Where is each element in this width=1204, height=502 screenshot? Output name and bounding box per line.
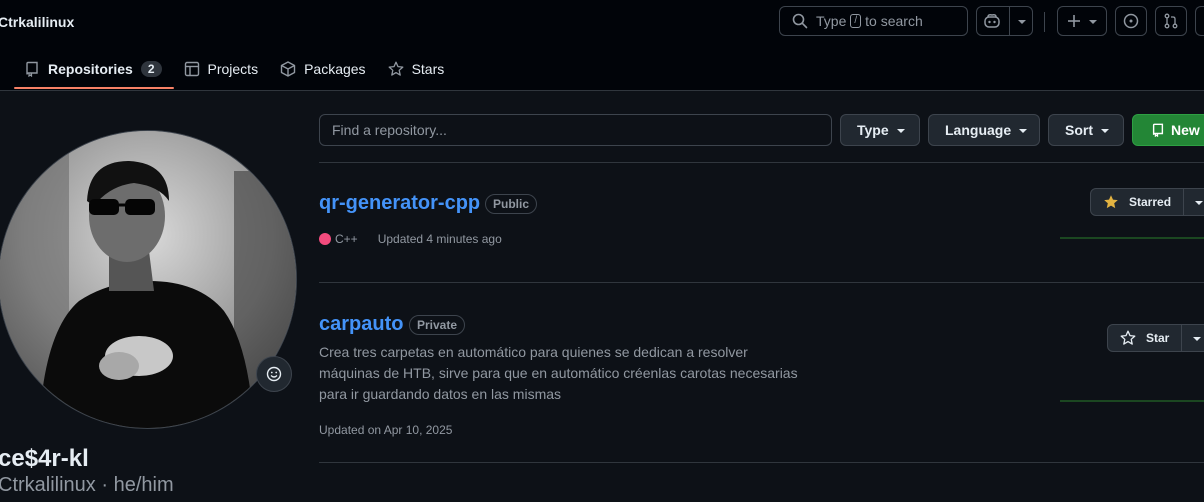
visibility-badge: Public	[485, 194, 538, 214]
profile-separator: ·	[101, 474, 109, 496]
sort-button[interactable]: Sort	[1048, 114, 1124, 146]
profile-pronouns: he/him	[113, 474, 174, 496]
plus-icon	[1068, 15, 1080, 27]
search-prefix: Type	[816, 13, 847, 29]
package-icon	[280, 61, 296, 77]
profile-login-line: Ctrkalilinux · he/him	[0, 474, 174, 497]
find-repository-input[interactable]	[319, 114, 832, 146]
chevron-down-icon	[1089, 20, 1097, 24]
avatar[interactable]	[0, 130, 297, 429]
tab-projects[interactable]: Projects	[174, 50, 271, 88]
chevron-down-icon	[1193, 337, 1202, 341]
divider	[319, 162, 1204, 163]
repo-updated: Updated 4 minutes ago	[377, 232, 502, 246]
inbox-button[interactable]	[1195, 6, 1204, 36]
header-username[interactable]: Ctrkalilinux	[0, 14, 74, 30]
star-label: Star	[1146, 331, 1170, 345]
repositories-counter: 2	[140, 61, 162, 77]
star-toggle-button[interactable]: Star	[1108, 325, 1183, 351]
language-filter-label: Language	[945, 122, 1012, 138]
repo-updated: Updated on Apr 10, 2025	[319, 423, 453, 437]
tab-packages[interactable]: Packages	[270, 50, 377, 88]
starred-button[interactable]: Starred	[1090, 188, 1204, 216]
search-icon	[792, 13, 808, 29]
smiley-icon	[266, 366, 282, 382]
top-bar: Ctrkalilinux Type / to search Repositori…	[0, 0, 1204, 91]
repo-meta: C++ Updated 4 minutes ago	[319, 232, 502, 246]
pull-requests-button[interactable]	[1155, 6, 1187, 36]
sort-label: Sort	[1065, 122, 1093, 138]
type-filter-label: Type	[857, 122, 889, 138]
language-filter-button[interactable]: Language	[928, 114, 1040, 146]
chevron-down-icon	[896, 129, 905, 133]
star-list-dropdown[interactable]	[1182, 325, 1204, 351]
chevron-down-icon	[1019, 129, 1028, 133]
star-button[interactable]: Star	[1107, 324, 1204, 352]
copilot-divider	[1009, 7, 1010, 35]
new-button-label: New	[1171, 122, 1200, 138]
divider	[319, 462, 1204, 463]
star-label: Starred	[1129, 195, 1172, 209]
activity-sparkline	[1060, 237, 1204, 239]
type-filter-button[interactable]: Type	[840, 114, 920, 146]
tab-repositories[interactable]: Repositories 2	[14, 50, 174, 89]
chevron-down-icon	[1018, 20, 1026, 24]
star-icon	[388, 61, 404, 76]
profile-login: Ctrkalilinux	[0, 474, 96, 496]
copilot-button[interactable]	[976, 6, 1033, 36]
git-pull-request-icon	[1164, 13, 1178, 29]
language-color-dot	[319, 233, 331, 245]
tab-stars[interactable]: Stars	[378, 50, 457, 88]
profile-tabs: Repositories 2 Projects Packages Stars	[14, 50, 456, 90]
unstar-button[interactable]: Starred	[1091, 189, 1185, 215]
create-new-button[interactable]	[1057, 6, 1107, 36]
header-separator	[1044, 12, 1045, 32]
tab-label: Repositories	[48, 61, 133, 77]
repo-icon	[1152, 123, 1164, 137]
star-list-dropdown[interactable]	[1184, 189, 1204, 215]
table-icon	[184, 61, 199, 77]
star-fill-icon	[1104, 195, 1118, 209]
avatar-photo	[0, 131, 296, 428]
repo-meta: Updated on Apr 10, 2025	[319, 423, 452, 437]
new-repository-button[interactable]: New	[1132, 114, 1204, 146]
repo-description: Crea tres carpetas en automático para qu…	[319, 344, 798, 402]
profile-name: ce$4r-kl	[0, 445, 89, 472]
set-status-button[interactable]	[256, 356, 292, 392]
search-shortcut-key: /	[850, 14, 862, 28]
repo-language: C++	[335, 232, 358, 246]
repo-name-link[interactable]: qr-generator-cpp	[319, 192, 480, 215]
divider	[319, 282, 1204, 283]
chevron-down-icon	[1101, 129, 1109, 133]
tab-label: Packages	[304, 61, 366, 77]
issues-button[interactable]	[1115, 6, 1147, 36]
issue-opened-icon	[1123, 13, 1139, 29]
chevron-down-icon	[1194, 201, 1203, 205]
copilot-icon	[984, 14, 1000, 28]
search-input[interactable]: Type / to search	[779, 6, 968, 36]
tab-label: Projects	[207, 61, 259, 77]
search-suffix: to search	[865, 13, 923, 29]
tab-label: Stars	[411, 61, 445, 77]
activity-sparkline	[1060, 400, 1204, 402]
repo-icon	[26, 61, 38, 77]
visibility-badge: Private	[409, 315, 466, 335]
repo-name-link[interactable]: carpauto	[319, 313, 403, 336]
star-icon	[1120, 330, 1136, 345]
